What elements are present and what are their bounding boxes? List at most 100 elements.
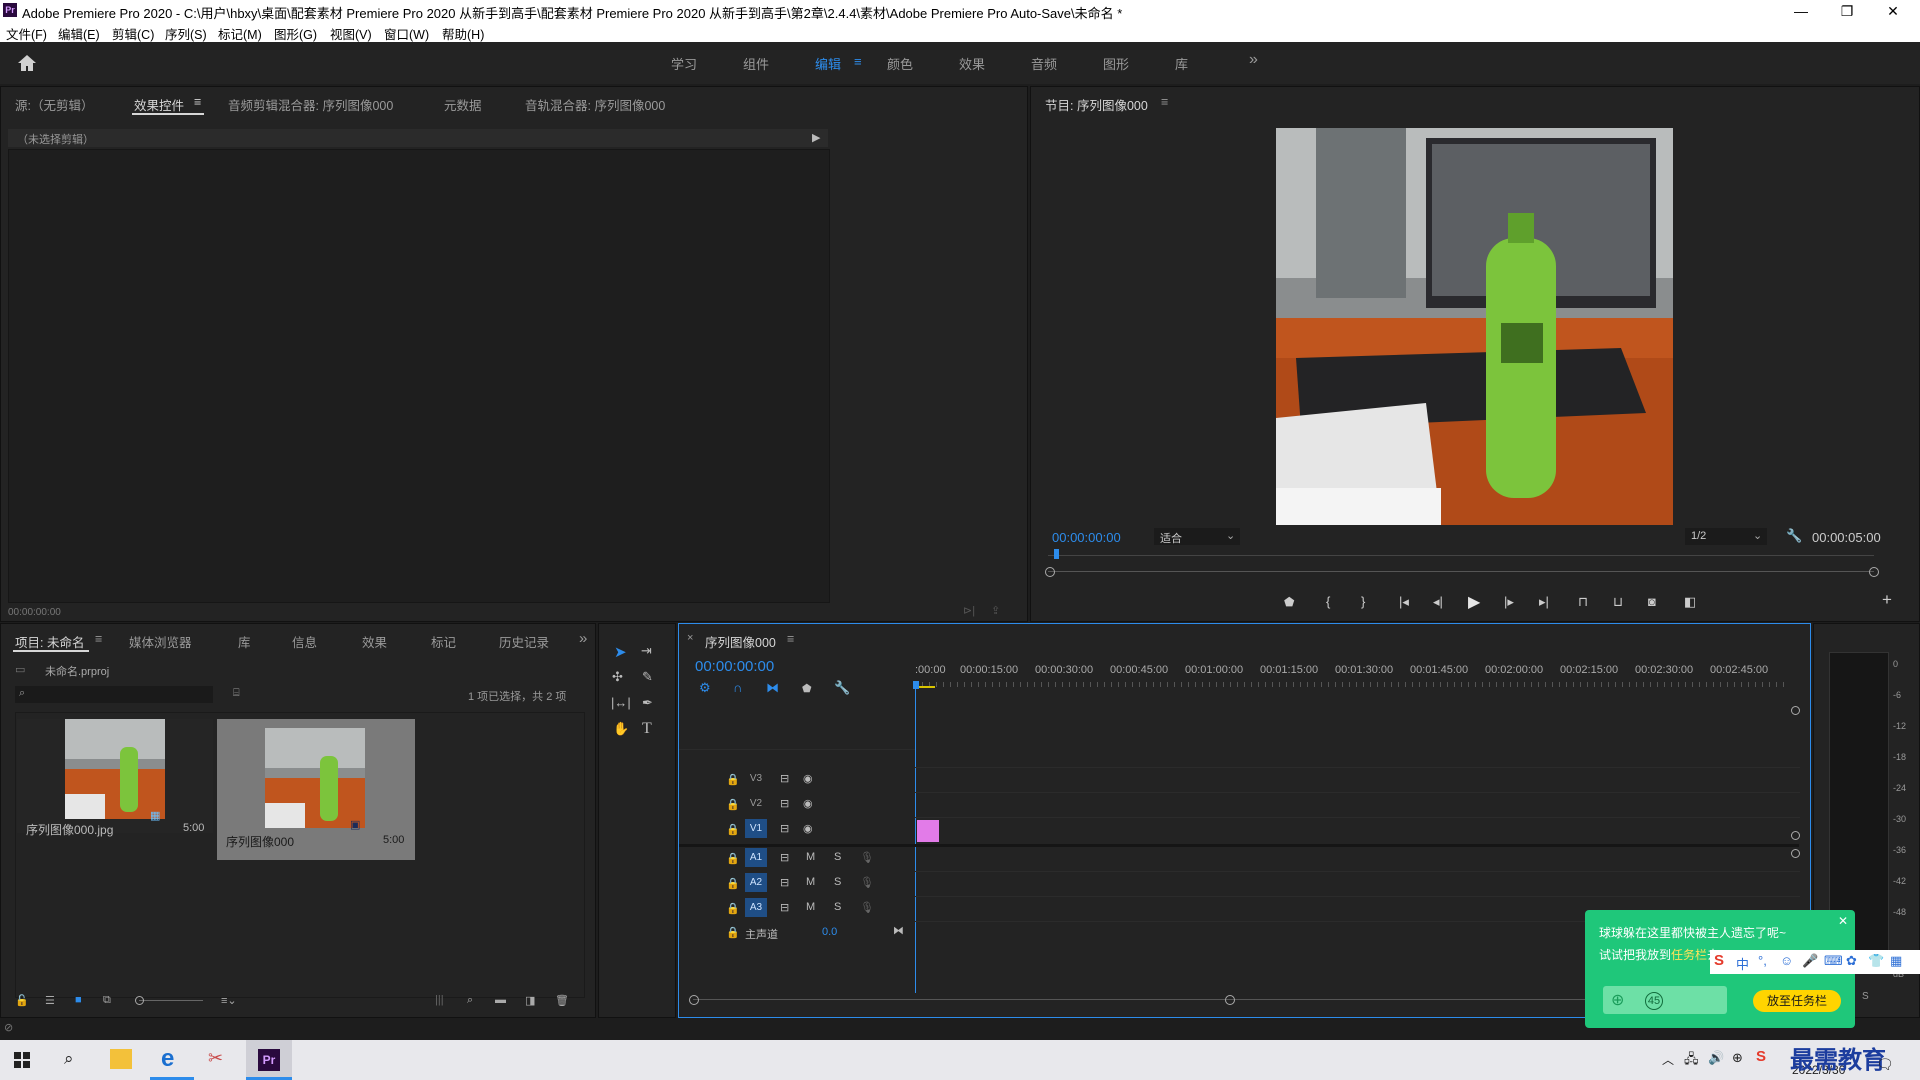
ime-keyboard-icon[interactable]: ⌨	[1824, 953, 1843, 969]
popup-hint-link[interactable]: 任务栏	[1671, 948, 1707, 962]
add-marker-icon[interactable]: ⬟	[802, 682, 812, 695]
scroll-handle[interactable]	[1791, 831, 1800, 840]
tab-effect-controls[interactable]: 效果控件	[134, 95, 184, 114]
ime-tray-icon[interactable]: ⊕	[1732, 1050, 1743, 1066]
project-search-input[interactable]: ⌕	[15, 686, 213, 703]
program-monitor-title[interactable]: 节目: 序列图像000	[1045, 95, 1148, 114]
export-icon[interactable]: ⇪	[991, 604, 1000, 617]
menu-graphics[interactable]: 图形(G)	[274, 24, 317, 43]
sogou-tray-icon[interactable]: S	[1756, 1048, 1766, 1065]
lock-icon[interactable]: 🔒	[726, 823, 740, 836]
lift-icon[interactable]: ⊓	[1578, 594, 1588, 610]
taskbar-premiere-active[interactable]: Pr	[246, 1040, 292, 1080]
nest-toggle-icon[interactable]: ⚙	[699, 680, 711, 696]
step-back-icon[interactable]: ◂|	[1433, 594, 1443, 610]
volume-icon[interactable]: 🔊	[1708, 1050, 1724, 1066]
settings-wrench-icon[interactable]: 🔧	[1786, 528, 1802, 544]
filter-icon[interactable]: ⊳|	[963, 604, 975, 617]
menu-window[interactable]: 窗口(W)	[384, 24, 429, 43]
workspace-menu-icon[interactable]: ≡	[854, 54, 862, 69]
meter-solo-button[interactable]: S	[1862, 991, 1869, 1002]
timeline-timecode[interactable]: 00:00:00:00	[695, 658, 774, 675]
delete-icon[interactable]: 🗑	[555, 994, 569, 1007]
workspace-tab-libraries[interactable]: 库	[1175, 54, 1188, 73]
timeline-tab[interactable]: 序列图像000	[705, 632, 776, 651]
mic-icon[interactable]: 🎙	[860, 876, 874, 889]
track-select-tool-icon[interactable]: ⇥	[641, 643, 652, 659]
eye-icon[interactable]: ◉	[803, 822, 813, 835]
workspace-tab-assembly[interactable]: 组件	[743, 54, 769, 73]
program-ruler[interactable]	[1048, 555, 1874, 556]
home-icon[interactable]	[17, 54, 37, 72]
razor-tool-icon[interactable]: ✎	[642, 669, 653, 685]
zoom-slider[interactable]	[139, 1000, 203, 1001]
extract-icon[interactable]: ⊔	[1613, 594, 1623, 610]
tab-metadata[interactable]: 元数据	[444, 95, 482, 114]
mark-in-icon[interactable]: {	[1326, 594, 1330, 609]
effect-controls-menu-icon[interactable]: ≡	[194, 95, 201, 109]
eye-icon[interactable]: ◉	[803, 797, 813, 810]
ripple-edit-tool-icon[interactable]: ✣	[612, 669, 623, 685]
ime-punctuation-icon[interactable]: °,	[1758, 953, 1767, 968]
tab-audio-clip-mixer[interactable]: 音频剪辑混合器: 序列图像000	[228, 95, 393, 114]
tab-project[interactable]: 项目: 未命名	[15, 632, 84, 651]
workspace-tab-audio[interactable]: 音频	[1031, 54, 1057, 73]
program-menu-icon[interactable]: ≡	[1161, 95, 1168, 109]
v1-clip[interactable]	[917, 820, 939, 842]
zoom-handle-right[interactable]	[1869, 567, 1879, 577]
notification-icon[interactable]: 🗨	[1876, 1056, 1894, 1073]
new-bin-from-search-icon[interactable]: ⌸	[233, 687, 240, 700]
workspace-tab-graphics[interactable]: 图形	[1103, 54, 1129, 73]
ime-shirt-icon[interactable]: 👕	[1868, 953, 1884, 969]
scroll-handle-left[interactable]	[689, 995, 699, 1005]
type-tool-icon[interactable]: T	[642, 720, 652, 738]
lock-icon[interactable]: 🔒	[726, 852, 740, 865]
expand-arrow-icon[interactable]: ▶	[812, 131, 820, 144]
tab-history[interactable]: 历史记录	[499, 632, 549, 651]
slip-tool-icon[interactable]: |↔|	[611, 695, 631, 710]
close-button[interactable]: ✕	[1870, 0, 1916, 22]
ime-voice-icon[interactable]: 🎤	[1802, 953, 1818, 969]
track-label-v1[interactable]: V1	[745, 819, 767, 838]
add-button-icon[interactable]: +	[1882, 590, 1892, 610]
compare-view-icon[interactable]: ◧	[1684, 594, 1696, 610]
export-frame-icon[interactable]: ◙	[1648, 594, 1656, 609]
program-timecode[interactable]: 00:00:00:00	[1052, 530, 1121, 545]
step-forward-icon[interactable]: |▸	[1504, 594, 1514, 610]
icon-view-icon[interactable]: ■	[75, 994, 82, 1006]
zoom-slider-handle[interactable]	[135, 996, 144, 1005]
solo-button[interactable]: S	[834, 876, 841, 888]
minimize-button[interactable]: —	[1778, 0, 1824, 22]
timeline-settings-icon[interactable]: 🔧	[834, 680, 850, 696]
find-icon[interactable]: ⌕	[467, 994, 473, 1007]
menu-help[interactable]: 帮助(H)	[442, 24, 484, 43]
playhead-marker[interactable]	[1054, 549, 1059, 559]
eye-icon[interactable]: ◉	[803, 772, 813, 785]
mute-button[interactable]: M	[806, 851, 815, 863]
workspace-tab-editing[interactable]: 编辑	[815, 54, 841, 73]
tab-markers[interactable]: 标记	[431, 632, 456, 651]
tab-source[interactable]: 源:（无剪辑）	[15, 95, 93, 114]
tab-media-browser[interactable]: 媒体浏览器	[129, 632, 192, 651]
sync-lock-icon[interactable]: ⊟	[780, 772, 789, 785]
mic-icon[interactable]: 🎙	[860, 901, 874, 914]
snipping-tool-icon[interactable]: ✂	[208, 1048, 223, 1069]
ime-language-toggle[interactable]: 中	[1736, 954, 1749, 973]
quality-dropdown[interactable]: 1/2 ⌄	[1685, 528, 1767, 545]
sync-lock-icon[interactable]: ⊟	[780, 901, 789, 914]
lock-icon[interactable]: 🔒	[726, 902, 740, 915]
zoom-handle-left[interactable]	[1045, 567, 1055, 577]
move-to-taskbar-button[interactable]: 放至任务栏	[1753, 990, 1841, 1012]
add-marker-icon[interactable]: ⬟	[1284, 595, 1294, 609]
linked-selection-icon[interactable]: ⧓	[766, 680, 779, 696]
timeline-menu-icon[interactable]: ≡	[787, 632, 794, 646]
timeline-ruler[interactable]: :00:00 00:00:15:00 00:00:30:00 00:00:45:…	[915, 654, 1805, 688]
track-label-a3[interactable]: A3	[745, 898, 767, 917]
sogou-logo-icon[interactable]: S	[1714, 952, 1724, 969]
solo-button[interactable]: S	[834, 851, 841, 863]
snap-icon[interactable]: ∩	[733, 680, 742, 695]
windows-start-icon[interactable]	[14, 1052, 30, 1068]
lock-icon[interactable]: 🔓	[15, 994, 29, 1007]
track-label-v3[interactable]: V3	[745, 769, 767, 788]
selection-tool-icon[interactable]: ➤	[614, 643, 627, 661]
